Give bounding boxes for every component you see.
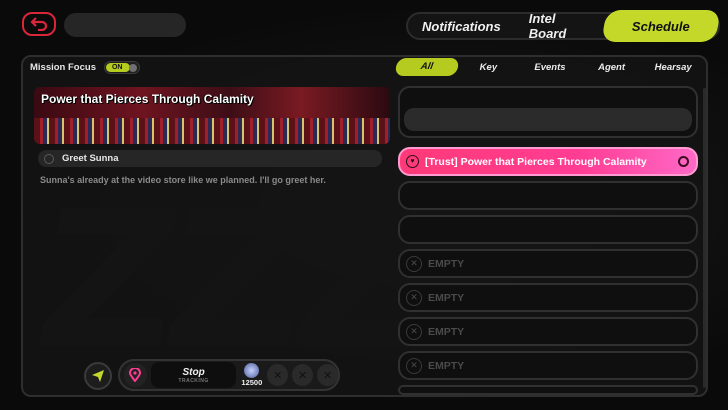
list-item-empty: ✕ EMPTY [398,351,698,380]
player-info-pill [64,13,186,37]
stop-tracking-button[interactable]: Stop TRACKING [150,362,237,388]
top-tabs: Notifications Intel Board Schedule [406,10,721,42]
close-icon: ✕ [406,323,422,340]
tab-label: Schedule [632,18,690,34]
mission-banner: Power that Pierces Through Calamity [34,87,390,144]
list-item-bar [404,108,692,131]
empty-slot-icon: ✕ [292,364,314,386]
pin-button[interactable] [124,363,147,387]
filter-tabs: All Key Events Agent Hearsay [394,58,704,76]
filter-events[interactable]: Events [519,62,581,73]
tab-intel-board[interactable]: Intel Board [515,11,604,41]
back-arrow-icon [30,17,48,31]
reward-icon [244,363,260,378]
objective-text: Greet Sunna [62,153,119,164]
tracking-bar: Stop TRACKING 12500 ✕ ✕ ✕ [118,359,340,391]
mission-focus: Mission Focus ON [30,61,140,74]
paper-plane-icon [92,370,104,382]
objective-status-icon [44,153,54,164]
pin-icon [678,156,689,167]
tab-notifications[interactable]: Notifications [408,14,515,38]
toggle-text: ON [111,64,123,71]
toggle-knob [128,64,137,72]
filter-key[interactable]: Key [458,62,520,73]
close-icon: ✕ [406,255,422,272]
mission-focus-label: Mission Focus [30,62,96,73]
list-item[interactable] [398,86,698,138]
empty-label: EMPTY [428,291,465,304]
back-button[interactable] [22,12,56,36]
list-item[interactable] [398,181,698,210]
list-item-empty: ✕ EMPTY [398,283,698,312]
trust-icon: ♥ [406,155,419,168]
stop-label: Stop [182,366,205,378]
tab-label: Intel Board [528,11,567,41]
mission-title: Power that Pierces Through Calamity [41,92,254,106]
location-pin-icon [129,368,142,382]
objective-row: Greet Sunna [38,150,382,167]
empty-slot-icon: ✕ [317,364,339,386]
close-icon: ✕ [406,357,422,374]
navigate-button[interactable] [84,362,112,390]
reward-value: 12500 [241,378,263,387]
tracking-label: TRACKING [178,377,209,384]
filter-all[interactable]: All [394,58,460,76]
list-item-empty [398,385,698,395]
mission-description: Sunna's already at the video store like … [40,175,326,185]
list-item-empty: ✕ EMPTY [398,317,698,346]
banner-image [34,118,390,144]
scrollbar[interactable] [703,88,706,388]
filter-agent[interactable]: Agent [581,62,643,73]
empty-label: EMPTY [428,325,465,338]
mission-focus-toggle[interactable]: ON [103,61,140,74]
tab-schedule[interactable]: Schedule [601,10,721,42]
reward: 12500 [240,363,263,387]
list-item-empty: ✕ EMPTY [398,249,698,278]
empty-label: EMPTY [428,359,465,372]
empty-label: EMPTY [428,257,465,270]
list-item-active[interactable]: ♥ [Trust] Power that Pierces Through Cal… [398,147,698,176]
filter-hearsay[interactable]: Hearsay [642,62,704,73]
empty-slot-icon: ✕ [267,364,289,386]
list-item[interactable] [398,215,698,244]
tab-label: Notifications [422,18,501,34]
close-icon: ✕ [406,289,422,306]
list-item-label: [Trust] Power that Pierces Through Calam… [425,155,647,168]
